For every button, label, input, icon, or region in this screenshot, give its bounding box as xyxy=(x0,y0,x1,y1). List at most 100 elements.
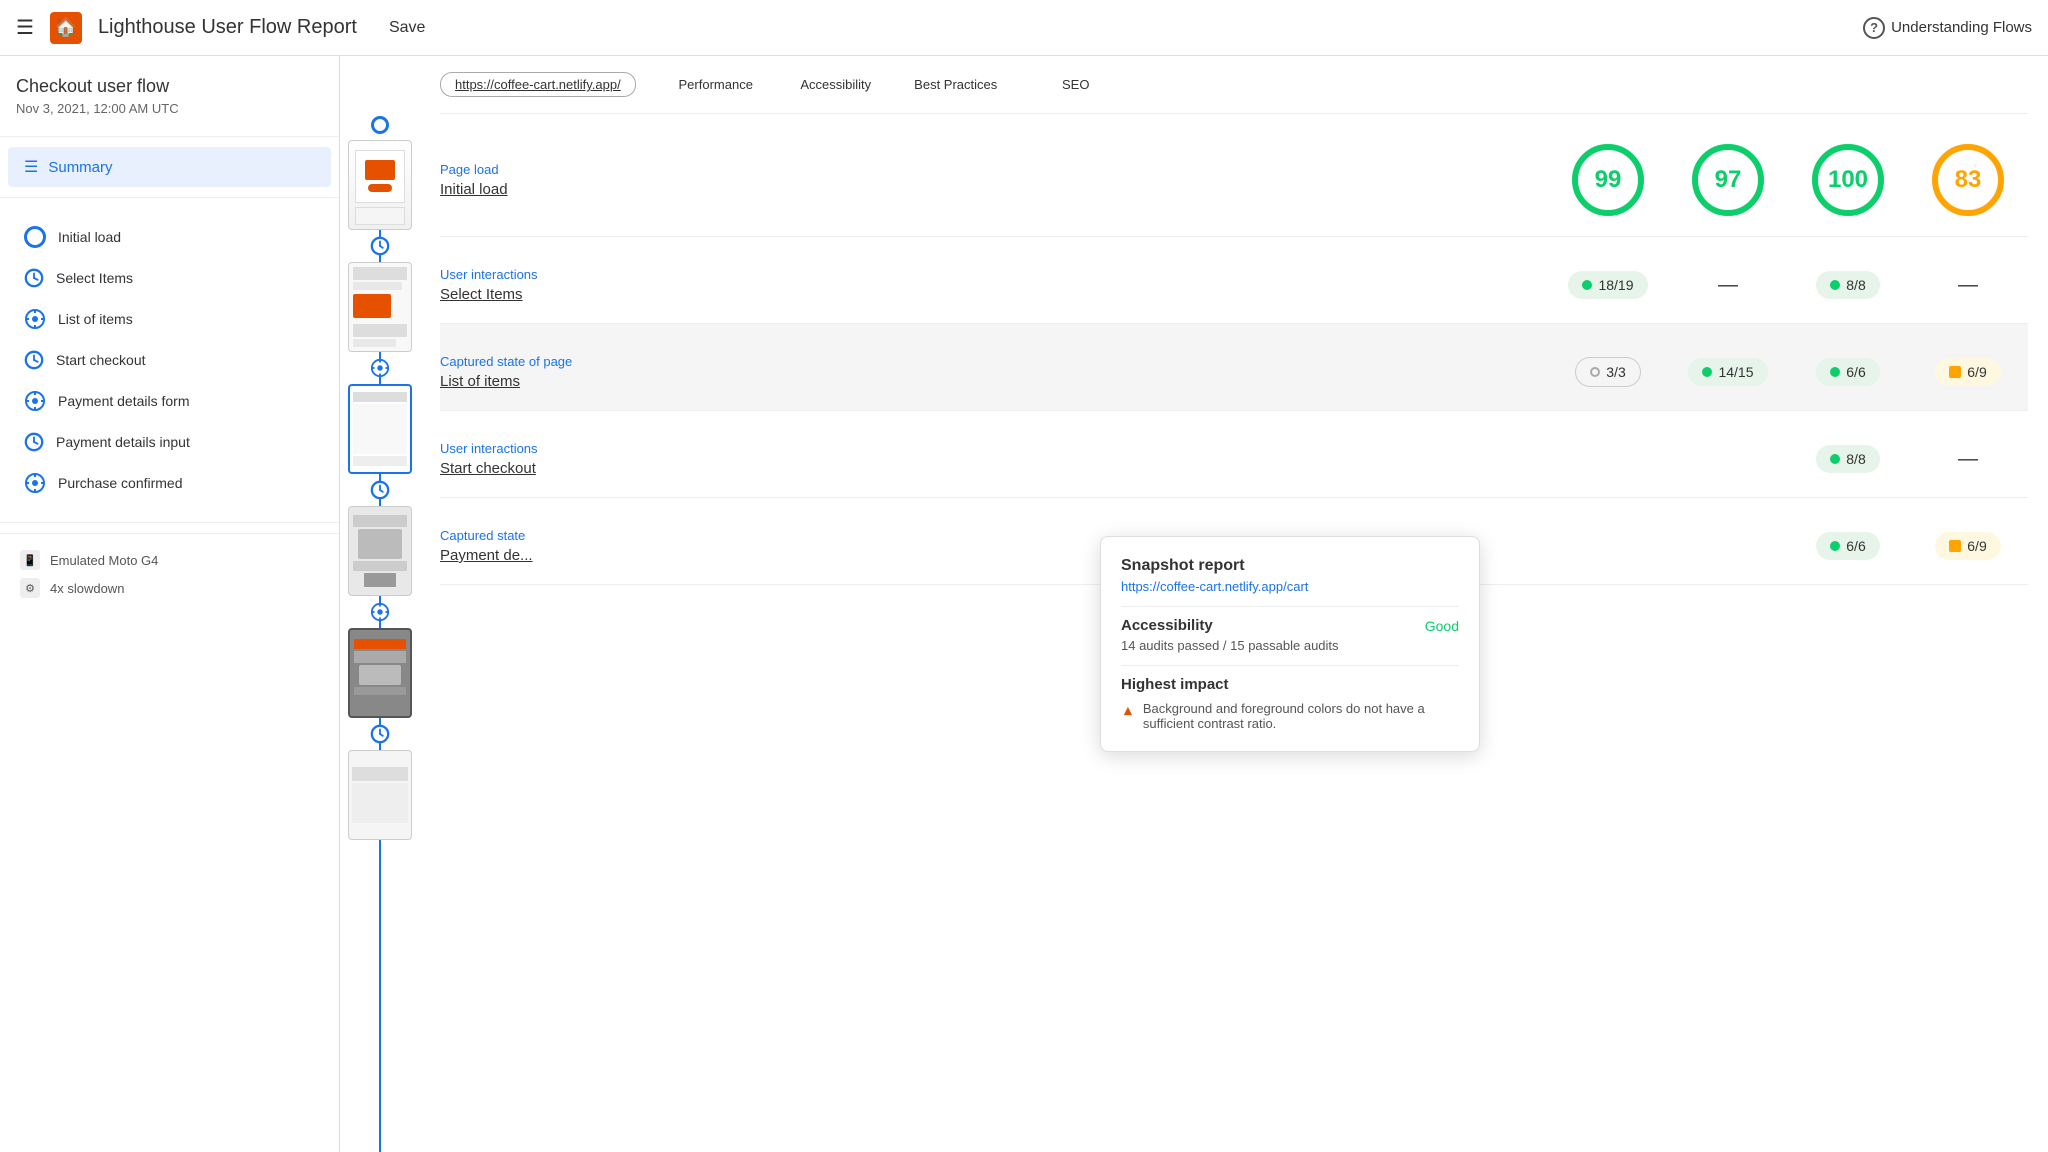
timeline-column xyxy=(340,56,420,1152)
pill-value-88-1: 8/8 xyxy=(1846,277,1865,293)
thumbnail-2 xyxy=(348,262,412,352)
footer-device: 📱 Emulated Moto G4 xyxy=(20,550,319,570)
section-name-list-of-items[interactable]: List of items xyxy=(440,373,1548,390)
dash-3: — xyxy=(1958,448,1978,471)
nav-item-select-items[interactable]: Select Items xyxy=(0,258,339,298)
score-circle-99: 99 xyxy=(1572,144,1644,216)
score-pill-66-1: 6/6 xyxy=(1816,358,1879,386)
dot-empty-1 xyxy=(1590,367,1600,377)
score-cell-seo-4: — xyxy=(1908,445,2028,473)
timeline-thumb-5[interactable] xyxy=(348,602,412,724)
timeline-thumb-4[interactable] xyxy=(348,480,412,602)
section-initial-load: Page load Initial load 99 97 100 xyxy=(440,114,2028,237)
timeline-thumb-6[interactable] xyxy=(348,724,412,846)
clock-icon-3 xyxy=(24,432,44,452)
device-icon: 📱 xyxy=(20,550,40,570)
clock-icon-thumb6 xyxy=(370,724,390,744)
dot-green-5 xyxy=(1830,454,1840,464)
pill-value-33: 3/3 xyxy=(1606,364,1625,380)
nav-label-initial-load: Initial load xyxy=(58,229,121,245)
score-cells-select-items: 18/19 — 8/8 — xyxy=(1548,271,2028,299)
score-circle-100: 100 xyxy=(1812,144,1884,216)
timeline-thumb-1[interactable] xyxy=(348,116,412,236)
thumbnail-3 xyxy=(348,384,412,474)
summary-nav-item[interactable]: ☰ Summary xyxy=(8,147,331,187)
section-list-of-items: Captured state of page List of items 3/3 xyxy=(440,324,2028,411)
thumbnail-5 xyxy=(348,628,412,718)
help-link[interactable]: ? Understanding Flows xyxy=(1863,17,2032,39)
score-cell-bp-1: 100 xyxy=(1788,144,1908,216)
section-name-select-items[interactable]: Select Items xyxy=(440,286,1548,303)
flow-date: Nov 3, 2021, 12:00 AM UTC xyxy=(16,101,323,116)
save-button[interactable]: Save xyxy=(389,19,425,37)
pill-value-69-2: 6/9 xyxy=(1967,538,1986,554)
tooltip-accessibility-label: Accessibility xyxy=(1121,617,1213,634)
timeline-thumb-2[interactable] xyxy=(348,236,412,358)
section-name-start-checkout[interactable]: Start checkout xyxy=(440,460,1548,477)
score-cell-acc-5 xyxy=(1668,532,1788,560)
section-info-select-items: User interactions Select Items xyxy=(440,267,1548,303)
clock-icon-thumb2 xyxy=(370,236,390,256)
warning-triangle-icon: ▲ xyxy=(1121,702,1135,718)
section-type-list-of-items: Captured state of page xyxy=(440,354,1548,369)
score-pill-69-1: 6/9 xyxy=(1935,358,2000,386)
pill-value-1415: 14/15 xyxy=(1718,364,1753,380)
score-cell-perf-5 xyxy=(1548,532,1668,560)
tooltip-accessibility-header: Accessibility Good xyxy=(1121,617,1459,634)
section-type-initial-load: Page load xyxy=(440,162,1548,177)
score-pill-33: 3/3 xyxy=(1575,357,1640,387)
help-text: Understanding Flows xyxy=(1891,19,2032,36)
sidebar-divider-1 xyxy=(0,136,339,137)
col-header-performance: Performance xyxy=(656,77,776,92)
score-cell-seo-1: 83 xyxy=(1908,144,2028,216)
section-row-select-items: User interactions Select Items 18/19 — xyxy=(440,267,2028,303)
score-cell-seo-5: 6/9 xyxy=(1908,532,2028,560)
tooltip-divider-2 xyxy=(1121,665,1459,666)
pill-value-88-2: 8/8 xyxy=(1846,451,1865,467)
nav-item-purchase-confirmed[interactable]: Purchase confirmed xyxy=(0,462,339,504)
nav-item-initial-load[interactable]: Initial load xyxy=(0,216,339,258)
nav-item-payment-form[interactable]: Payment details form xyxy=(0,380,339,422)
score-pill-69-2: 6/9 xyxy=(1935,532,2000,560)
tooltip-accessibility-status: Good xyxy=(1425,618,1459,634)
snapshot-icon xyxy=(24,308,46,330)
nav-item-start-checkout[interactable]: Start checkout xyxy=(0,340,339,380)
sidebar-divider-3 xyxy=(0,522,339,523)
sidebar: Checkout user flow Nov 3, 2021, 12:00 AM… xyxy=(0,56,340,1152)
nav-label-select-items: Select Items xyxy=(56,270,133,286)
help-icon: ? xyxy=(1863,17,1885,39)
section-name-initial-load[interactable]: Initial load xyxy=(440,181,1548,198)
nav-label-purchase-confirmed: Purchase confirmed xyxy=(58,475,183,491)
score-circle-97: 97 xyxy=(1692,144,1764,216)
summary-label: Summary xyxy=(48,159,112,176)
tooltip-impact-item: ▲ Background and foreground colors do no… xyxy=(1121,701,1459,731)
sidebar-divider-2 xyxy=(0,197,339,198)
score-cells-payment-details: 6/6 6/9 xyxy=(1548,532,2028,560)
scores-area: https://coffee-cart.netlify.app/ Perform… xyxy=(420,56,2048,1152)
score-cell-perf-4 xyxy=(1548,445,1668,473)
score-cell-bp-3: 6/6 xyxy=(1788,357,1908,387)
hamburger-icon[interactable]: ☰ xyxy=(16,15,34,40)
nav-item-list-of-items[interactable]: List of items xyxy=(0,298,339,340)
nav-label-payment-input: Payment details input xyxy=(56,434,190,450)
section-row-start-checkout: User interactions Start checkout xyxy=(440,441,2028,477)
thumbnail-1 xyxy=(348,140,412,230)
score-cell-perf-3: 3/3 xyxy=(1548,357,1668,387)
clock-icon-thumb4 xyxy=(370,480,390,500)
score-cells-initial-load: 99 97 100 83 xyxy=(1548,144,2028,216)
score-pill-1819: 18/19 xyxy=(1568,271,1647,299)
score-cell-perf-2: 18/19 xyxy=(1548,271,1668,299)
dot-green-3 xyxy=(1702,367,1712,377)
score-cell-bp-2: 8/8 xyxy=(1788,271,1908,299)
clock-icon xyxy=(24,268,44,288)
col-header-best-practices: Best Practices xyxy=(896,77,1016,92)
device-label: Emulated Moto G4 xyxy=(50,553,158,568)
section-type-start-checkout: User interactions xyxy=(440,441,1548,456)
timeline-thumb-3[interactable] xyxy=(348,358,412,480)
timeline-dot-1 xyxy=(371,116,389,134)
col-header-seo: SEO xyxy=(1016,77,1136,92)
tooltip-url[interactable]: https://coffee-cart.netlify.app/cart xyxy=(1121,579,1459,594)
nav-item-payment-input[interactable]: Payment details input xyxy=(0,422,339,462)
slowdown-label: 4x slowdown xyxy=(50,581,124,596)
url-chip[interactable]: https://coffee-cart.netlify.app/ xyxy=(440,72,636,97)
